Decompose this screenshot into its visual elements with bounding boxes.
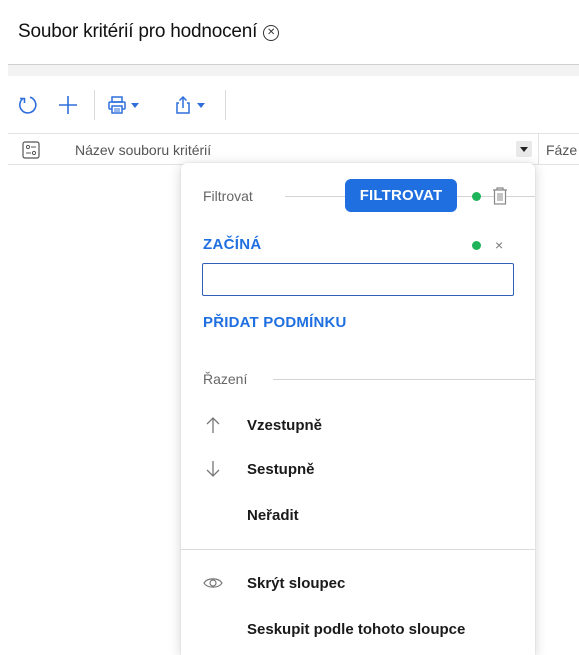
toolbar — [8, 84, 579, 126]
sort-descending-item[interactable]: Sestupně — [181, 451, 535, 487]
toolbar-separator — [94, 90, 95, 120]
toolbar-separator — [225, 90, 226, 120]
sort-section-label: Řazení — [203, 371, 248, 387]
chevron-down-icon — [197, 102, 205, 108]
remove-condition-button[interactable]: × — [495, 237, 503, 253]
column-separator[interactable] — [538, 134, 539, 165]
group-by-column-item[interactable]: Seskupit podle tohoto sloupce — [181, 611, 535, 647]
sort-section-line — [273, 379, 535, 380]
sort-ascending-label: Vzestupně — [247, 416, 323, 434]
sort-none-item[interactable]: Neřadit — [181, 497, 535, 533]
window-title: Soubor kritérií pro hodnocení — [18, 21, 258, 42]
hide-column-label: Skrýt sloupec — [247, 574, 346, 592]
trash-icon[interactable] — [491, 186, 509, 206]
plus-icon — [59, 96, 77, 114]
arrow-up-icon — [203, 415, 223, 435]
condition-value-input[interactable] — [202, 263, 514, 296]
active-indicator-dot — [472, 241, 481, 250]
add-button[interactable] — [48, 88, 88, 122]
print-button[interactable] — [101, 88, 145, 122]
hide-column-item[interactable]: Skrýt sloupec — [181, 565, 535, 601]
active-indicator-dot — [472, 192, 481, 201]
condition-operator-dropdown[interactable]: ZAČÍNÁ — [203, 236, 261, 253]
header-divider — [8, 64, 579, 76]
filter-section-label: Filtrovat — [203, 188, 253, 204]
sort-descending-label: Sestupně — [247, 460, 315, 478]
column-header-phase[interactable]: Fáze — [546, 142, 577, 158]
grid-header: Název souboru kritérií Fáze — [8, 133, 579, 165]
refresh-icon — [19, 96, 37, 114]
sort-ascending-item[interactable]: Vzestupně — [181, 407, 535, 443]
filter-section-line — [285, 196, 345, 197]
column-menu-popup: Filtrovat FILTROVAT ZAČÍNÁ × PŘIDAT PODM… — [181, 163, 535, 655]
print-icon — [108, 96, 126, 114]
eye-icon — [203, 573, 223, 593]
filter-button[interactable]: FILTROVAT — [345, 179, 457, 212]
refresh-button[interactable] — [8, 88, 48, 122]
menu-divider — [181, 549, 535, 550]
arrow-down-icon — [203, 459, 223, 479]
add-condition-button[interactable]: PŘIDAT PODMÍNKU — [203, 314, 347, 331]
share-icon — [176, 95, 190, 114]
chevron-down-icon — [131, 102, 139, 108]
column-settings-icon[interactable] — [22, 141, 40, 159]
export-button[interactable] — [167, 88, 211, 122]
close-icon[interactable]: ✕ — [263, 24, 280, 41]
column-header-name[interactable]: Název souboru kritérií — [75, 142, 211, 158]
caret-down-icon — [520, 146, 528, 152]
window-title-bar: Soubor kritérií pro hodnocení ✕ — [18, 18, 280, 46]
sort-none-label: Neřadit — [247, 506, 299, 524]
group-by-column-label: Seskupit podle tohoto sloupce — [247, 620, 466, 638]
column-menu-button[interactable] — [516, 141, 532, 157]
